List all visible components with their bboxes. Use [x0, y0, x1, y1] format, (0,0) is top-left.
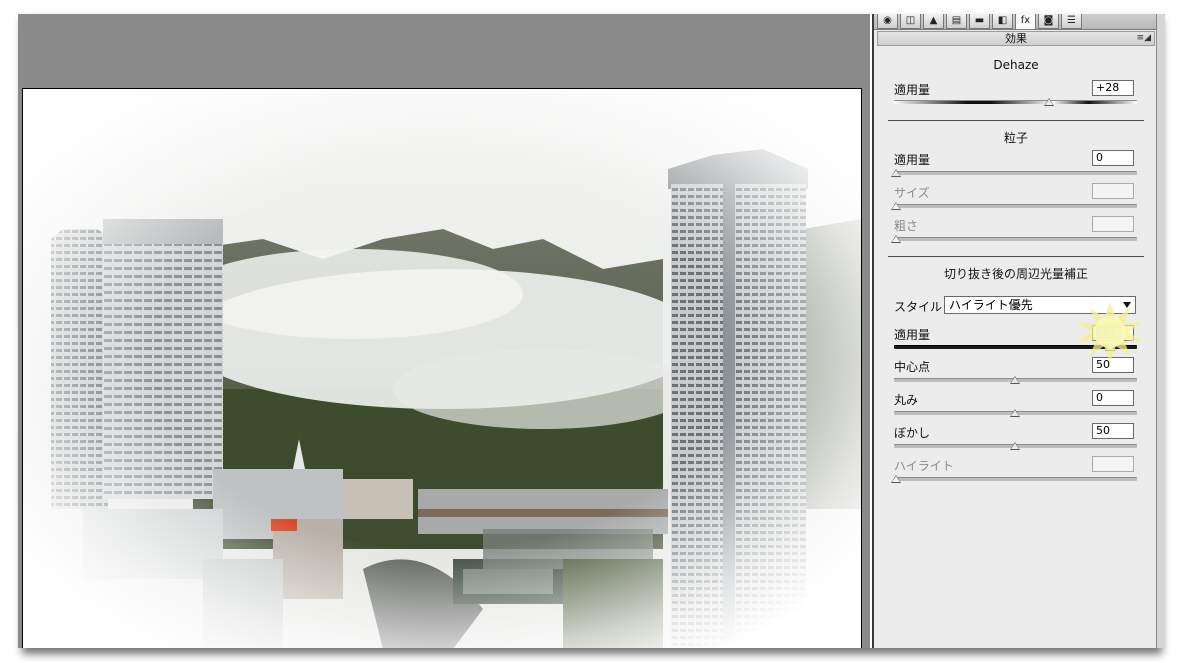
vignette-roundness-thumb[interactable] — [1010, 409, 1020, 417]
window-edge — [1156, 14, 1165, 648]
vignette-midpoint-field[interactable]: 50 — [1092, 357, 1134, 373]
grain-size-thumb — [891, 202, 901, 210]
detail-icon[interactable]: ▲ — [923, 14, 944, 29]
vignette-style-value: ハイライト優先 — [949, 298, 1033, 312]
camera-calibration-icon[interactable]: ◙ — [1038, 14, 1059, 29]
vignette-feather-field[interactable]: 50 — [1092, 423, 1134, 439]
grain-size-label: サイズ — [894, 186, 930, 200]
vignette-highlights-thumb — [891, 475, 901, 483]
dehaze-amount-thumb[interactable] — [1044, 98, 1054, 106]
grain-amount-thumb[interactable] — [891, 169, 901, 177]
grain-roughness-thumb — [891, 235, 901, 243]
vignette-amount-slider[interactable] — [894, 345, 1137, 349]
grain-section-title: 粒子 — [1003, 131, 1028, 145]
vignette-midpoint-thumb[interactable] — [1010, 376, 1020, 384]
photo-image — [23, 89, 861, 648]
tone-curve-icon[interactable]: ◫ — [900, 14, 921, 29]
vignette-feather-label: ぼかし — [894, 426, 931, 440]
panel-tabs: ◉ ◫ ▲ ▤ ▬ ◧ fx ◙ ☰ — [874, 14, 1158, 30]
grain-roughness-label: 粗さ — [894, 219, 919, 233]
vignette-highlights-slider — [894, 477, 1137, 481]
chevron-down-icon — [1123, 302, 1131, 308]
dehaze-amount-slider[interactable] — [894, 100, 1137, 104]
vignette-midpoint-label: 中心点 — [894, 360, 931, 374]
vignette-style-select[interactable]: ハイライト優先 — [944, 296, 1136, 314]
separator — [888, 256, 1144, 257]
canvas-area — [18, 14, 870, 648]
grain-amount-slider[interactable] — [894, 171, 1137, 175]
effects-icon[interactable]: fx — [1015, 14, 1036, 29]
lens-corrections-icon[interactable]: ◧ — [992, 14, 1013, 29]
grain-size-slider — [894, 204, 1137, 208]
vignette-amount-label: 適用量 — [894, 328, 931, 342]
photo-preview — [22, 88, 862, 648]
split-toning-icon[interactable]: ▬ — [969, 14, 990, 29]
panel-menu-icon[interactable]: ≡◢ — [1137, 32, 1151, 45]
vignette-section-title: 切り抜き後の周辺光量補正 — [943, 267, 1088, 281]
dehaze-amount-field[interactable]: +28 — [1092, 80, 1134, 96]
effects-panel: ◉ ◫ ▲ ▤ ▬ ◧ fx ◙ ☰ 効果 ≡◢ Dehaze 適用量 +28 … — [872, 14, 1159, 648]
grain-size-field — [1092, 183, 1134, 199]
grain-roughness-slider — [894, 237, 1137, 241]
vignette-highlights-field — [1092, 456, 1134, 472]
dehaze-section-title: Dehaze — [993, 58, 1039, 72]
hsl-icon[interactable]: ▤ — [946, 14, 967, 29]
panel-title-text: 効果 — [1005, 32, 1027, 45]
vignette-feather-thumb[interactable] — [1010, 442, 1020, 450]
vignette-highlights-label: ハイライト — [894, 459, 954, 473]
presets-icon[interactable]: ☰ — [1061, 14, 1082, 29]
panel-title: 効果 ≡◢ — [877, 31, 1155, 46]
grain-roughness-field — [1092, 216, 1134, 232]
vignette-amount-thumb[interactable] — [1105, 343, 1115, 351]
vignette-roundness-field[interactable]: 0 — [1092, 390, 1134, 406]
vignette-amount-field[interactable]: +79 — [1092, 325, 1134, 341]
vignette-roundness-label: 丸み — [894, 393, 919, 407]
grain-amount-label: 適用量 — [894, 153, 931, 167]
basic-icon[interactable]: ◉ — [877, 14, 898, 29]
vignette-amount-value: +79 — [1096, 326, 1122, 339]
grain-amount-field[interactable]: 0 — [1092, 150, 1134, 166]
separator — [888, 120, 1144, 121]
dehaze-amount-label: 適用量 — [894, 83, 931, 97]
